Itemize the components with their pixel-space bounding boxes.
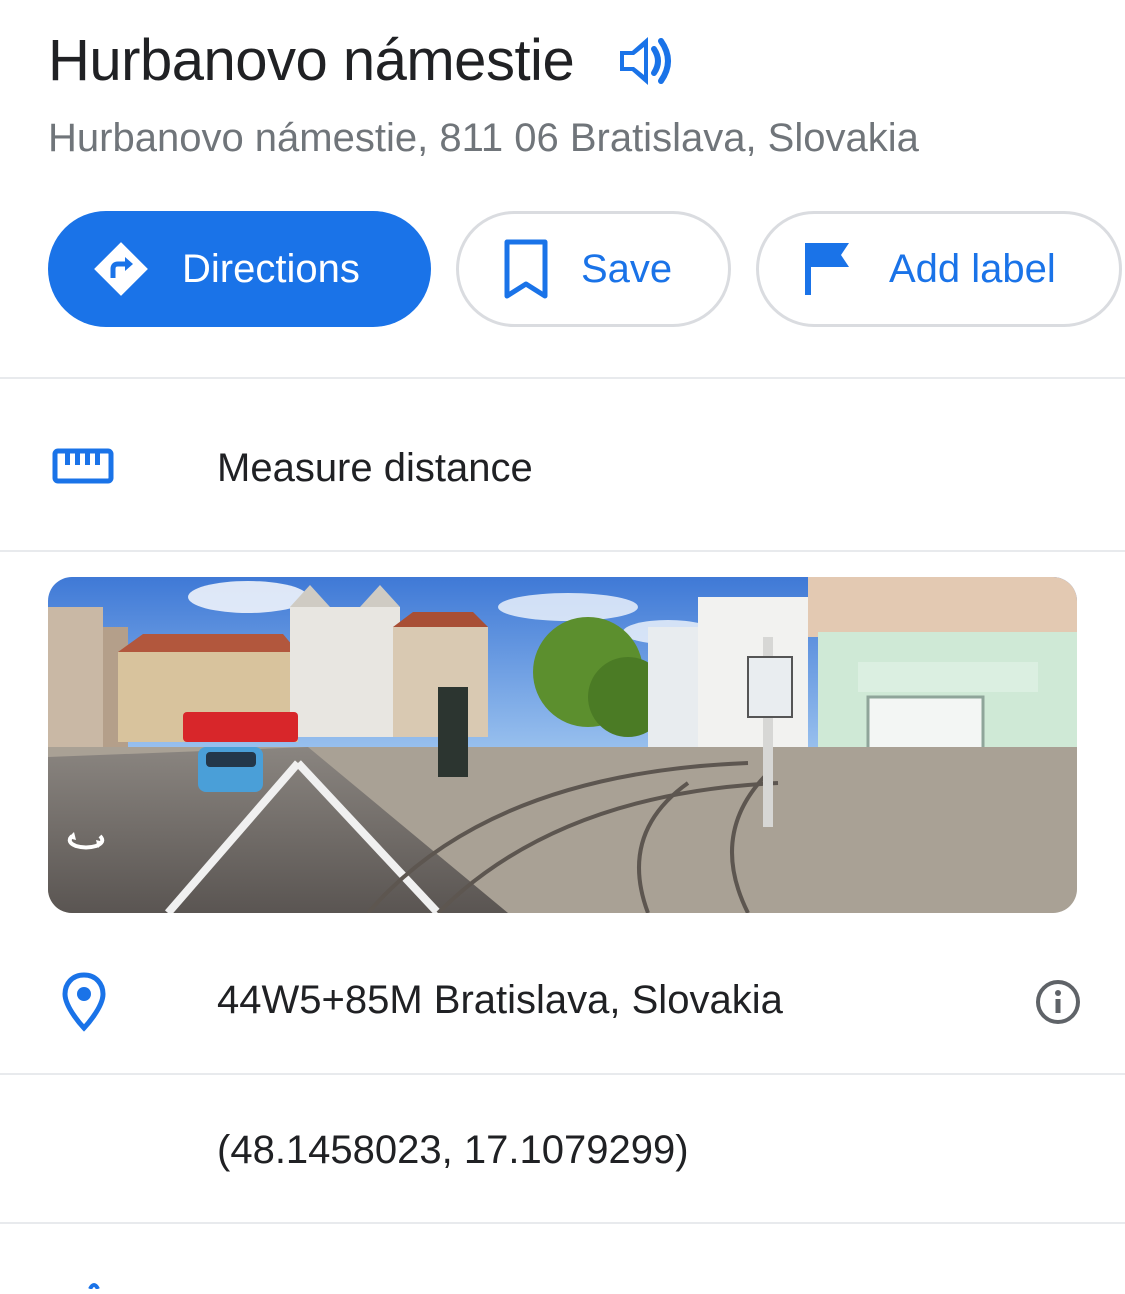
directions-button[interactable]: Directions bbox=[48, 211, 431, 327]
action-buttons: Directions Save Add label bbox=[48, 211, 1122, 327]
coordinates-row[interactable]: (48.1458023, 17.1079299) bbox=[0, 1100, 1125, 1200]
add-label-button[interactable]: Add label bbox=[756, 211, 1122, 327]
divider bbox=[0, 1222, 1125, 1224]
location-pin-icon bbox=[62, 972, 106, 1032]
save-label: Save bbox=[581, 246, 673, 291]
info-icon[interactable] bbox=[1034, 978, 1082, 1031]
plus-code-row[interactable]: 44W5+85M Bratislava, Slovakia bbox=[0, 950, 1125, 1050]
directions-icon bbox=[90, 238, 152, 300]
measure-distance-label: Measure distance bbox=[217, 446, 533, 490]
bookmark-icon bbox=[501, 238, 551, 300]
divider bbox=[0, 1073, 1125, 1075]
partial-icon bbox=[86, 1276, 102, 1290]
directions-label: Directions bbox=[182, 246, 360, 291]
flag-icon bbox=[803, 241, 859, 297]
divider bbox=[0, 550, 1125, 552]
360-rotate-icon bbox=[64, 826, 108, 859]
divider bbox=[0, 377, 1125, 379]
ruler-icon bbox=[52, 448, 114, 484]
add-label-label: Add label bbox=[889, 246, 1056, 291]
place-address: Hurbanovo námestie, 811 06 Bratislava, S… bbox=[48, 116, 919, 160]
plus-code-text: 44W5+85M Bratislava, Slovakia bbox=[217, 978, 783, 1022]
coordinates-text: (48.1458023, 17.1079299) bbox=[217, 1128, 689, 1172]
speaker-icon[interactable] bbox=[614, 31, 674, 91]
place-title: Hurbanovo námestie bbox=[48, 28, 575, 93]
measure-distance-row[interactable]: Measure distance bbox=[0, 420, 1125, 516]
place-header: Hurbanovo námestie bbox=[48, 26, 674, 96]
street-view-thumbnail[interactable] bbox=[48, 577, 1077, 913]
save-button[interactable]: Save bbox=[456, 211, 731, 327]
